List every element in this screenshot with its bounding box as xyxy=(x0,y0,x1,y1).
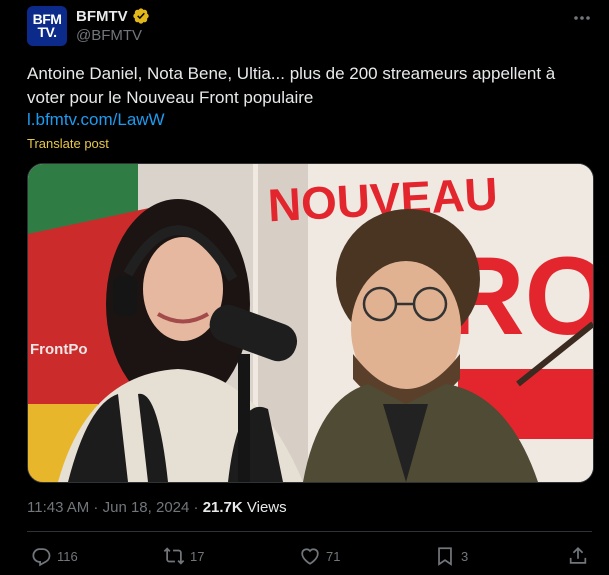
divider xyxy=(27,531,592,532)
post-container: BFM TV. BFMTV @BFMTV Antoine Daniel, Not… xyxy=(0,0,609,575)
action-bar: 116 17 71 3 xyxy=(0,545,609,571)
post-meta: 11:43 AM · Jun 18, 2024 · 21.7K Views xyxy=(27,499,287,516)
bookmark-icon xyxy=(438,547,452,566)
views-label: Views xyxy=(242,499,287,516)
post-image-illustration: FrontPo NOUVEAU FRON xyxy=(28,164,593,482)
post-image[interactable]: FrontPo NOUVEAU FRON xyxy=(27,163,594,483)
meta-separator: · xyxy=(89,499,103,516)
reply-count: 116 xyxy=(57,548,78,564)
translate-post-button[interactable]: Translate post xyxy=(27,136,109,151)
repost-count: 17 xyxy=(190,548,205,564)
verified-badge-icon xyxy=(132,8,149,24)
post-text: Antoine Daniel, Nota Bene, Ultia... plus… xyxy=(27,64,556,107)
views-count: 21.7K xyxy=(202,499,243,516)
reply-button[interactable]: 116 xyxy=(30,545,78,567)
author-name-row[interactable]: BFMTV xyxy=(76,7,150,25)
share-button[interactable] xyxy=(567,545,589,567)
reply-icon xyxy=(32,548,51,567)
share-icon xyxy=(569,546,587,564)
like-button[interactable]: 71 xyxy=(299,545,340,567)
meta-separator-2: · xyxy=(189,499,203,516)
like-count: 71 xyxy=(326,548,341,564)
banner-text: FrontPo xyxy=(30,341,88,358)
avatar-logo: BFM TV. xyxy=(33,12,62,40)
repost-icon xyxy=(163,547,185,565)
more-button[interactable] xyxy=(571,8,593,28)
post-link[interactable]: l.bfmtv.com/LawW xyxy=(27,110,165,130)
display-name[interactable]: BFMTV xyxy=(76,8,128,25)
author-handle[interactable]: @BFMTV xyxy=(76,27,142,44)
heart-icon xyxy=(301,548,319,565)
bookmark-button[interactable]: 3 xyxy=(434,545,468,567)
avatar[interactable]: BFM TV. xyxy=(27,6,67,46)
bookmark-count: 3 xyxy=(461,548,469,564)
repost-button[interactable]: 17 xyxy=(163,545,204,567)
more-dots-icon xyxy=(574,16,590,20)
avatar-text-line2: TV. xyxy=(37,24,57,40)
post-time[interactable]: 11:43 AM xyxy=(27,499,89,516)
post-date[interactable]: Jun 18, 2024 xyxy=(103,499,190,516)
